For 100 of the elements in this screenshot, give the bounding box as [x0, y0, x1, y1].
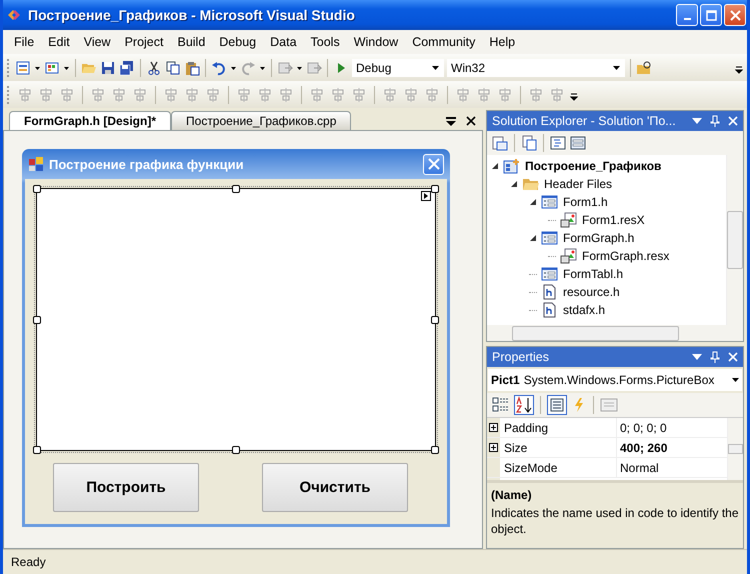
resource-file-icon [560, 212, 578, 228]
tree-item[interactable]: FormGraph.h [563, 231, 634, 245]
minimize-button[interactable] [676, 4, 698, 26]
menu-item[interactable]: Community [405, 33, 482, 51]
minimize-icon [684, 18, 690, 20]
pin-icon[interactable] [710, 351, 720, 363]
panel-title: Solution Explorer - Solution 'По... [492, 114, 677, 128]
resize-handle[interactable] [431, 185, 439, 193]
maximize-button[interactable] [700, 4, 722, 26]
tree-item[interactable]: Form1.h [563, 195, 608, 209]
menu-item[interactable]: View [76, 33, 118, 51]
dropdown-arrow-icon [431, 64, 440, 70]
close-button[interactable] [724, 4, 746, 26]
menu-item[interactable]: Data [263, 33, 304, 51]
close-icon [730, 10, 740, 20]
expanded-arrow-icon[interactable] [529, 198, 537, 206]
tree-item[interactable]: resource.h [563, 285, 620, 299]
undo-icon[interactable] [211, 60, 227, 76]
menu-item[interactable]: File [7, 33, 42, 51]
tree-item[interactable]: Form1.resX [582, 213, 645, 227]
categorized-icon[interactable] [492, 396, 510, 414]
property-name[interactable]: Size [500, 438, 617, 457]
layout-align-icon [205, 86, 221, 102]
tree-item[interactable]: FormTabl.h [563, 267, 624, 281]
cut-icon[interactable] [146, 60, 162, 76]
tree-item[interactable]: Построение_Графиков [525, 159, 662, 173]
menu-item[interactable]: Help [482, 33, 522, 51]
close-icon[interactable] [465, 115, 477, 127]
layout-align-icon [497, 86, 513, 102]
save-icon[interactable] [100, 60, 116, 76]
tree-item[interactable]: FormGraph.resx [582, 249, 670, 263]
redo-icon [240, 60, 256, 76]
new-project-icon[interactable] [15, 60, 31, 76]
add-item-icon[interactable] [44, 60, 60, 76]
navigate-icon [306, 60, 322, 76]
form-button[interactable]: Очистить [262, 463, 408, 512]
expanded-arrow-icon[interactable] [529, 234, 537, 242]
expand-icon[interactable] [489, 443, 498, 452]
resize-handle[interactable] [232, 185, 240, 193]
save-all-icon[interactable] [119, 60, 135, 76]
tree-item[interactable]: Header Files [544, 177, 612, 191]
property-value[interactable]: Normal [617, 458, 727, 477]
dropdown-arrow-icon [612, 64, 621, 70]
resize-handle[interactable] [33, 446, 41, 454]
configuration-dropdown[interactable]: Debug [352, 58, 444, 76]
form-file-icon [541, 194, 559, 210]
maximize-icon [706, 10, 716, 20]
properties-icon[interactable] [492, 135, 508, 151]
resize-handle[interactable] [33, 316, 41, 324]
menu-item[interactable]: Window [346, 33, 406, 51]
menu-item[interactable]: Tools [304, 33, 347, 51]
view-code-icon[interactable] [550, 135, 566, 151]
show-all-files-icon[interactable] [521, 135, 537, 151]
form-file-icon [541, 266, 559, 282]
menu-item[interactable]: Build [170, 33, 212, 51]
form-title: Построение графика функции [49, 156, 244, 172]
form-button[interactable]: Построить [53, 463, 199, 512]
horizontal-scrollbar[interactable] [487, 325, 743, 341]
resize-handle[interactable] [431, 316, 439, 324]
alphabetical-sort-icon[interactable] [514, 395, 534, 415]
paste-icon[interactable] [184, 60, 200, 76]
resize-handle[interactable] [431, 446, 439, 454]
property-value[interactable]: 400; 260 [617, 438, 727, 457]
property-name[interactable]: Padding [500, 418, 617, 437]
view-designer-icon[interactable] [570, 135, 586, 151]
layout-align-icon [257, 86, 273, 102]
expand-icon[interactable] [489, 423, 498, 432]
pin-icon[interactable] [710, 115, 720, 127]
expanded-arrow-icon[interactable] [491, 162, 499, 170]
document-tab[interactable]: Построение_Графиков.cpp [171, 111, 352, 130]
resize-handle[interactable] [33, 185, 41, 193]
panel-title: Properties [492, 350, 550, 364]
platform-dropdown[interactable]: Win32 [447, 58, 625, 76]
layout-align-icon [17, 86, 33, 102]
property-name[interactable]: SizeMode [500, 458, 617, 477]
expanded-arrow-icon[interactable] [510, 180, 518, 188]
menu-item[interactable]: Project [118, 33, 170, 51]
layout-align-icon [278, 86, 294, 102]
document-tab[interactable]: FormGraph.h [Design]* [9, 111, 172, 130]
tree-item[interactable]: stdafx.h [563, 303, 606, 317]
find-in-files-icon[interactable] [636, 60, 652, 76]
tab-list-icon[interactable] [445, 115, 457, 127]
property-value[interactable]: 0; 0; 0; 0 [617, 418, 727, 437]
layout-align-icon [132, 86, 148, 102]
form-close-button[interactable] [423, 154, 444, 174]
layout-align-icon [549, 86, 565, 102]
resize-handle[interactable] [232, 446, 240, 454]
layout-align-icon [309, 86, 325, 102]
menu-item[interactable]: Edit [41, 33, 77, 51]
description-title: (Name) [491, 488, 533, 502]
menu-item[interactable]: Debug [212, 33, 264, 51]
copy-icon[interactable] [165, 60, 181, 76]
properties-list-icon[interactable] [547, 395, 567, 415]
navigate-icon [277, 60, 293, 76]
window-title: Построение_Графиков - Microsoft Visual Studio [28, 7, 355, 23]
object-selector[interactable]: Pict1 System.Windows.Forms.PictureBox [488, 369, 742, 391]
vertical-scrollbar[interactable] [727, 418, 743, 480]
smart-tag-icon[interactable] [421, 191, 431, 201]
layout-align-icon [236, 86, 252, 102]
layout-align-icon [90, 86, 106, 102]
